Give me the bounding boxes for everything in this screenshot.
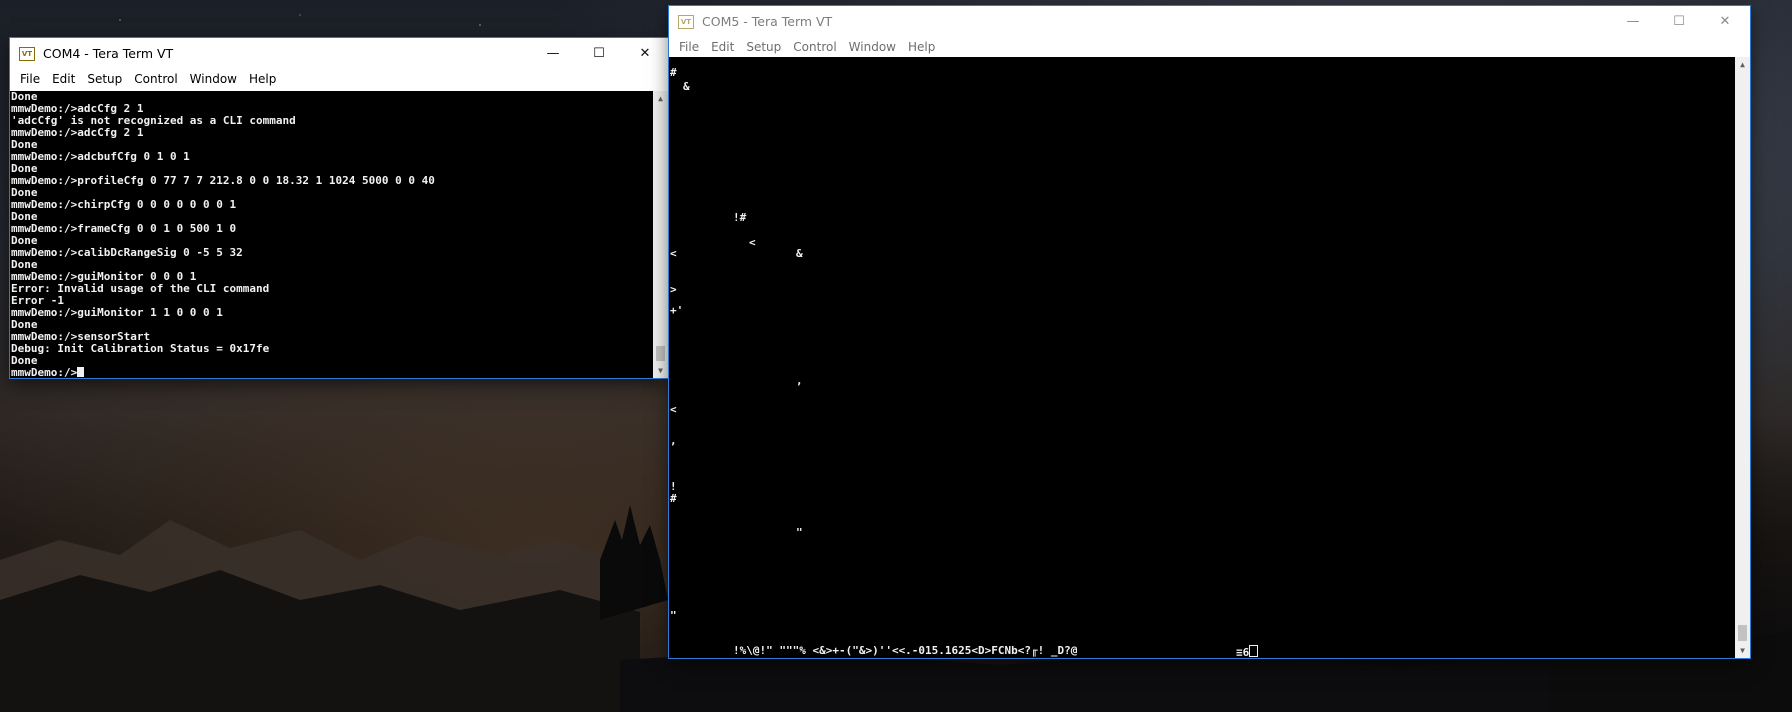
terminal-glyph: +' — [670, 304, 684, 317]
terminal-glyph: " — [670, 609, 677, 622]
menu-control[interactable]: Control — [787, 40, 842, 54]
close-button[interactable]: ✕ — [1702, 6, 1748, 37]
terminal-cursor-box — [1249, 645, 1259, 657]
menu-help[interactable]: Help — [902, 40, 941, 54]
com5-menubar: File Edit Setup Control Window Help — [669, 37, 1750, 57]
terminal-line: Debug: Init Calibration Status = 0x17fe — [11, 342, 270, 355]
terminal-bottom-line: !%\@!" """% <&>+-("&>)''<<.-015.1625<D>F… — [733, 644, 1078, 657]
terminal-glyph: , — [796, 374, 803, 387]
terminal-output: Done mmwDemo:/>adcCfg 2 1 'adcCfg' is no… — [10, 91, 668, 378]
menu-edit[interactable]: Edit — [46, 72, 81, 86]
terminal-prompt: mmwDemo:/> — [11, 366, 78, 379]
menu-window[interactable]: Window — [184, 72, 243, 86]
text-cursor — [77, 367, 85, 377]
terminal-line: mmwDemo:/>frameCfg 0 0 1 0 500 1 0 — [11, 222, 237, 235]
terminal-glyph: !# — [733, 211, 747, 224]
com5-terminal[interactable]: # & !# < < & > +' , < , ! # " " !%\@!" "… — [669, 57, 1750, 658]
terminal-line: mmwDemo:/>profileCfg 0 77 7 7 212.8 0 0 … — [11, 174, 435, 187]
terminal-line: mmwDemo:/>chirpCfg 0 0 0 0 0 0 0 1 — [11, 198, 237, 211]
scroll-down-icon[interactable]: ▼ — [653, 363, 668, 378]
terminal-line: mmwDemo:/>calibDcRangeSig 0 -5 5 32 — [11, 246, 243, 259]
window-title: COM4 - Tera Term VT — [43, 46, 174, 61]
teraterm-app-icon: VT — [678, 14, 694, 29]
menu-edit[interactable]: Edit — [705, 40, 740, 54]
minimize-button[interactable]: — — [530, 38, 576, 69]
menu-control[interactable]: Control — [128, 72, 183, 86]
com4-titlebar[interactable]: VT COM4 - Tera Term VT — ☐ ✕ — [10, 38, 668, 69]
teraterm-app-icon: VT — [19, 46, 35, 61]
terminal-glyph: > — [670, 283, 677, 296]
menu-setup[interactable]: Setup — [740, 40, 787, 54]
com4-menubar: File Edit Setup Control Window Help — [10, 69, 668, 89]
scrollbar-thumb[interactable] — [1738, 625, 1747, 641]
maximize-button[interactable]: ☐ — [576, 38, 622, 69]
scrollbar-thumb[interactable] — [656, 346, 665, 361]
com5-scrollbar[interactable]: ▲ ▼ — [1735, 57, 1750, 658]
scroll-up-icon[interactable]: ▲ — [1735, 57, 1750, 72]
terminal-glyph: # — [670, 66, 677, 79]
terminal-bottom-tail: ≡6 — [1236, 645, 1259, 659]
terminal-glyph: < — [670, 247, 677, 260]
terminal-tail-text: ≡6 — [1236, 646, 1250, 659]
menu-file[interactable]: File — [673, 40, 705, 54]
scroll-up-icon[interactable]: ▲ — [653, 91, 668, 106]
com5-window[interactable]: VT COM5 - Tera Term VT — ☐ ✕ File Edit S… — [669, 6, 1750, 658]
terminal-glyph: < — [749, 236, 756, 249]
com4-window[interactable]: VT COM4 - Tera Term VT — ☐ ✕ File Edit S… — [10, 38, 668, 378]
terminal-glyph: # — [670, 492, 677, 505]
scroll-down-icon[interactable]: ▼ — [1735, 643, 1750, 658]
terminal-glyph: & — [683, 80, 690, 93]
terminal-glyph: & — [796, 247, 803, 260]
menu-file[interactable]: File — [14, 72, 46, 86]
terminal-glyph: < — [670, 403, 677, 416]
terminal-line: mmwDemo:/>guiMonitor 1 1 0 0 0 1 — [11, 306, 223, 319]
com4-scrollbar[interactable]: ▲ ▼ — [653, 91, 668, 378]
terminal-glyph: , — [670, 434, 677, 447]
com5-titlebar[interactable]: VT COM5 - Tera Term VT — ☐ ✕ — [669, 6, 1750, 37]
close-button[interactable]: ✕ — [622, 38, 668, 69]
maximize-button[interactable]: ☐ — [1656, 6, 1702, 37]
minimize-button[interactable]: — — [1610, 6, 1656, 37]
com4-terminal[interactable]: Done mmwDemo:/>adcCfg 2 1 'adcCfg' is no… — [10, 91, 668, 378]
menu-help[interactable]: Help — [243, 72, 282, 86]
terminal-glyph: " — [796, 526, 803, 539]
menu-window[interactable]: Window — [843, 40, 902, 54]
window-title: COM5 - Tera Term VT — [702, 14, 833, 29]
menu-setup[interactable]: Setup — [81, 72, 128, 86]
